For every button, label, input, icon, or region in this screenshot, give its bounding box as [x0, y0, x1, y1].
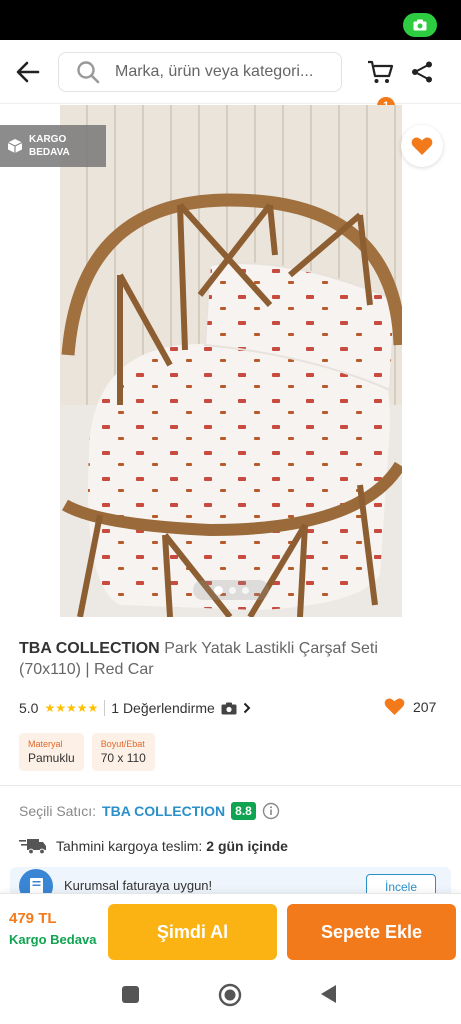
home-button[interactable] — [218, 983, 242, 1007]
purchase-bar: 479 TL Kargo Bedava Şimdi Al Sepete Ekle — [0, 893, 461, 967]
invoice-icon — [19, 869, 53, 893]
delivery-value: 2 gün içinde — [206, 838, 288, 854]
attribute-size: Boyut/Ebat 70 x 110 — [91, 733, 155, 771]
product-brand[interactable]: TBA COLLECTION — [19, 640, 160, 657]
attribute-value: Pamuklu — [28, 751, 75, 765]
free-shipping-badge: KARGO BEDAVA — [0, 125, 106, 167]
free-shipping-line2: BEDAVA — [29, 147, 70, 158]
product-title: TBA COLLECTION Park Yatak Lastikli Çarşa… — [19, 638, 439, 680]
seller-row: Seçili Satıcı: TBA COLLECTION 8.8 — [19, 802, 280, 820]
search-input[interactable] — [115, 63, 335, 81]
search-icon — [77, 61, 100, 84]
seller-score-badge: 8.8 — [231, 802, 256, 820]
heart-icon — [411, 137, 433, 155]
divider — [104, 700, 106, 716]
top-bar: 1 — [0, 40, 461, 115]
seller-label: Seçili Satıcı: — [19, 803, 97, 819]
back-arrow-icon[interactable] — [14, 58, 42, 86]
camera-icon — [413, 19, 427, 31]
attribute-value: 70 x 110 — [100, 751, 146, 765]
chevron-right-icon — [243, 702, 251, 714]
price: 479 TL — [9, 910, 57, 927]
seller-name[interactable]: TBA COLLECTION — [102, 803, 225, 819]
favorites-count[interactable]: 207 — [384, 697, 436, 716]
attribute-key: Boyut/Ebat — [100, 739, 145, 749]
add-to-cart-button[interactable]: Sepete Ekle — [287, 904, 456, 960]
invoice-review-button[interactable]: İncele — [366, 874, 436, 893]
cart-icon[interactable] — [366, 58, 394, 86]
camera-icon — [221, 702, 237, 714]
corporate-invoice-banner: Kurumsal faturaya uygun! İncele — [10, 867, 451, 893]
attribute-material: Materyal Pamuklu — [19, 733, 84, 771]
reviews-link[interactable]: 1 Değerlendirme — [111, 700, 251, 716]
screen-recorder-indicator — [403, 13, 437, 37]
truck-icon — [19, 839, 46, 855]
heart-icon — [384, 698, 405, 716]
attribute-key: Materyal — [28, 739, 63, 749]
carousel-dot-1[interactable] — [213, 585, 223, 595]
search-bar[interactable] — [58, 52, 342, 92]
reviews-count: 1 Değerlendirme — [111, 700, 215, 716]
delivery-row: Tahmini kargoya teslim: 2 gün içinde — [19, 836, 288, 856]
nav-back-button[interactable] — [320, 984, 338, 1004]
section-divider — [0, 785, 461, 786]
box-icon — [7, 139, 23, 153]
product-image[interactable] — [60, 105, 402, 617]
system-nav-bar — [0, 967, 461, 1024]
product-attributes: Materyal Pamuklu Boyut/Ebat 70 x 110 — [19, 733, 155, 771]
free-shipping-line1: KARGO — [29, 134, 67, 145]
rating-stars: ★★★★★ — [44, 701, 99, 715]
rating-value: 5.0 — [19, 700, 39, 716]
delivery-label: Tahmini kargoya teslim: — [56, 838, 203, 854]
status-bar — [0, 0, 461, 40]
invoice-text: Kurumsal faturaya uygun! — [64, 878, 213, 893]
favorite-button[interactable] — [401, 125, 443, 167]
buy-now-button[interactable]: Şimdi Al — [108, 904, 277, 960]
carousel-dot-3[interactable] — [241, 586, 249, 594]
carousel-dot-2[interactable] — [228, 586, 236, 594]
info-icon[interactable] — [262, 802, 280, 820]
likes-value: 207 — [413, 698, 437, 715]
carousel-indicator — [193, 580, 269, 600]
crib-photo — [60, 105, 402, 617]
recents-button[interactable] — [122, 986, 139, 1003]
free-shipping-label: Kargo Bedava — [9, 932, 97, 947]
share-icon[interactable] — [410, 60, 434, 84]
product-image-carousel[interactable]: KARGO BEDAVA — [0, 105, 461, 620]
rating-row: 5.0 ★★★★★ 1 Değerlendirme — [19, 697, 444, 719]
